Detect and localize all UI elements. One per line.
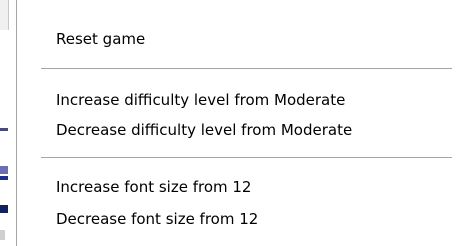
menu-separator [41,157,452,159]
background-window-fragment [0,205,8,213]
background-window-fragment [0,230,5,240]
menu-item-increase-font-size[interactable]: Increase font size from 12 [17,172,462,202]
screen: Reset game Increase difficulty level fro… [0,0,462,246]
background-window-fragment [0,128,8,131]
menu-separator [41,68,452,70]
background-window-fragment [0,0,9,30]
background-window-fragment [0,176,8,180]
menu-item-reset-game[interactable]: Reset game [17,24,462,54]
context-menu: Reset game Increase difficulty level fro… [16,0,462,246]
background-window-fragment [0,166,8,174]
menu-item-decrease-difficulty[interactable]: Decrease difficulty level from Moderate [17,115,462,145]
background-window-edge [0,0,12,246]
menu-item-decrease-font-size[interactable]: Decrease font size from 12 [17,204,462,234]
menu-item-increase-difficulty[interactable]: Increase difficulty level from Moderate [17,85,462,115]
